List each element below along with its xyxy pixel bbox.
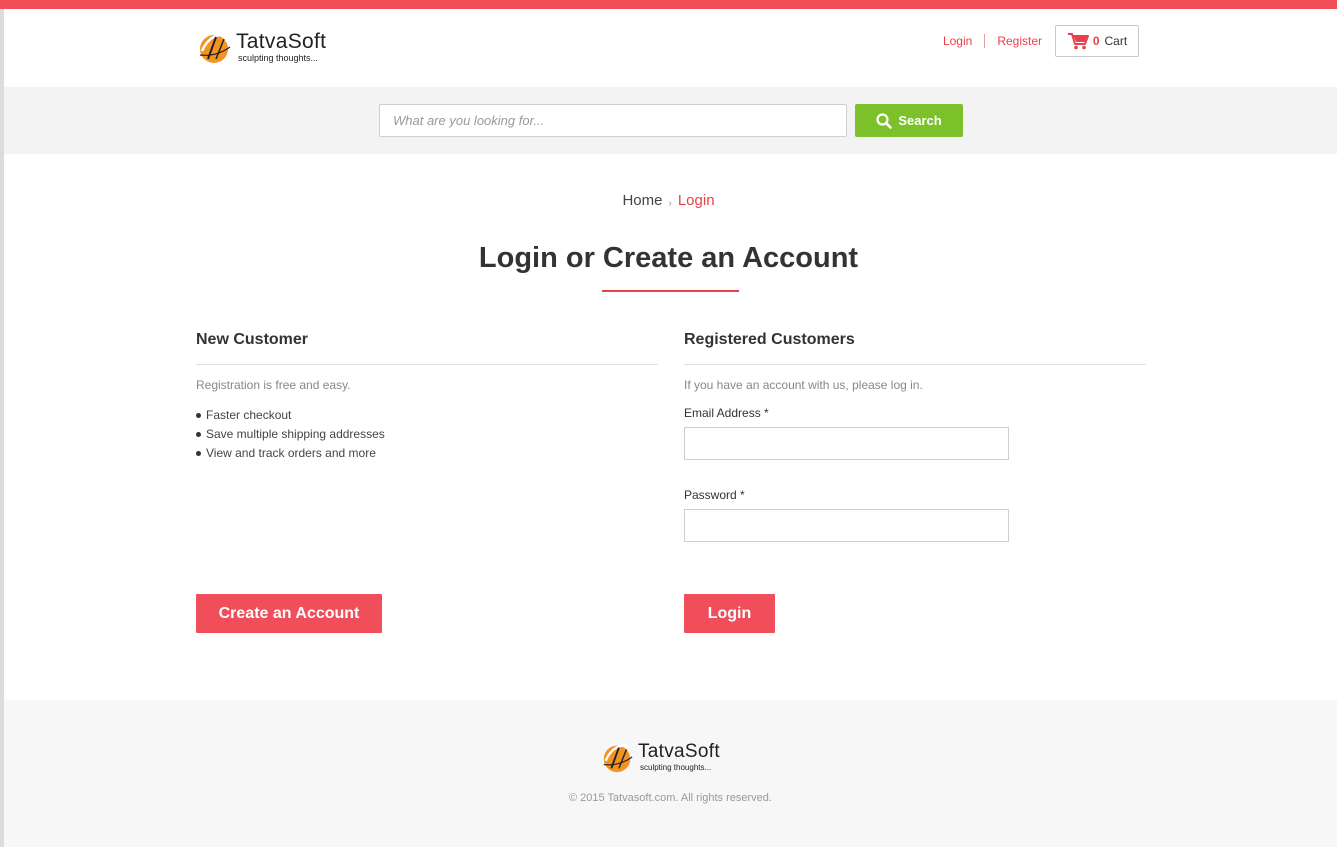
header-account-links: Login Register 0 Cart bbox=[931, 25, 1139, 57]
copyright-text: © 2015 Tatvasoft.com. All rights reserve… bbox=[569, 792, 772, 804]
brand-name: TatvaSoft bbox=[236, 30, 327, 53]
create-account-button[interactable]: Create an Account bbox=[196, 594, 382, 633]
new-customer-section: New Customer Registration is free and ea… bbox=[196, 330, 658, 463]
tatvasoft-logo-icon bbox=[199, 33, 231, 63]
new-customer-heading: New Customer bbox=[196, 330, 658, 365]
new-customer-intro: Registration is free and easy. bbox=[196, 378, 351, 392]
site-footer: TatvaSoft sculpting thoughts... © 2015 T… bbox=[4, 700, 1337, 847]
footer-brand-name: TatvaSoft bbox=[638, 741, 720, 762]
search-bar: Search bbox=[4, 87, 1337, 154]
cart-label: Cart bbox=[1104, 34, 1128, 48]
registered-customers-heading: Registered Customers bbox=[684, 330, 1146, 365]
top-accent-bar bbox=[0, 0, 1337, 9]
password-label: Password * bbox=[684, 488, 745, 502]
registered-customers-section: Registered Customers If you have an acco… bbox=[684, 330, 1146, 542]
login-button[interactable]: Login bbox=[684, 594, 775, 633]
search-icon bbox=[876, 112, 893, 129]
breadcrumb: Home › Login bbox=[0, 192, 1337, 209]
benefit-item: View and track orders and more bbox=[196, 444, 658, 463]
page-title: Login or Create an Account bbox=[478, 242, 859, 274]
cart-button[interactable]: 0 Cart bbox=[1055, 25, 1139, 57]
shopping-cart-icon bbox=[1067, 33, 1089, 50]
header-login-link[interactable]: Login bbox=[931, 34, 984, 48]
cart-count: 0 bbox=[1092, 34, 1100, 48]
breadcrumb-current: Login bbox=[677, 192, 715, 209]
site-header: TatvaSoft sculpting thoughts... Login Re… bbox=[4, 9, 1337, 87]
header-register-link[interactable]: Register bbox=[984, 34, 1054, 48]
search-input[interactable] bbox=[379, 104, 847, 137]
benefits-list: Faster checkout Save multiple shipping a… bbox=[196, 406, 658, 463]
search-button[interactable]: Search bbox=[855, 104, 963, 137]
brand-tagline: sculpting thoughts... bbox=[238, 53, 319, 63]
email-field[interactable] bbox=[684, 427, 1009, 460]
title-underline bbox=[602, 290, 739, 292]
benefit-item: Faster checkout bbox=[196, 406, 658, 425]
tatvasoft-logo-icon bbox=[603, 744, 633, 773]
registered-customers-intro: If you have an account with us, please l… bbox=[684, 378, 923, 392]
password-field[interactable] bbox=[684, 509, 1009, 542]
footer-logo[interactable]: TatvaSoft sculpting thoughts... bbox=[600, 740, 720, 774]
breadcrumb-home[interactable]: Home bbox=[622, 192, 662, 209]
email-label: Email Address * bbox=[684, 406, 769, 420]
header-logo[interactable]: TatvaSoft sculpting thoughts... bbox=[196, 29, 326, 65]
benefit-item: Save multiple shipping addresses bbox=[196, 425, 658, 444]
footer-brand-tagline: sculpting thoughts... bbox=[640, 763, 712, 772]
breadcrumb-separator: › bbox=[668, 198, 672, 209]
search-button-label: Search bbox=[898, 113, 942, 128]
